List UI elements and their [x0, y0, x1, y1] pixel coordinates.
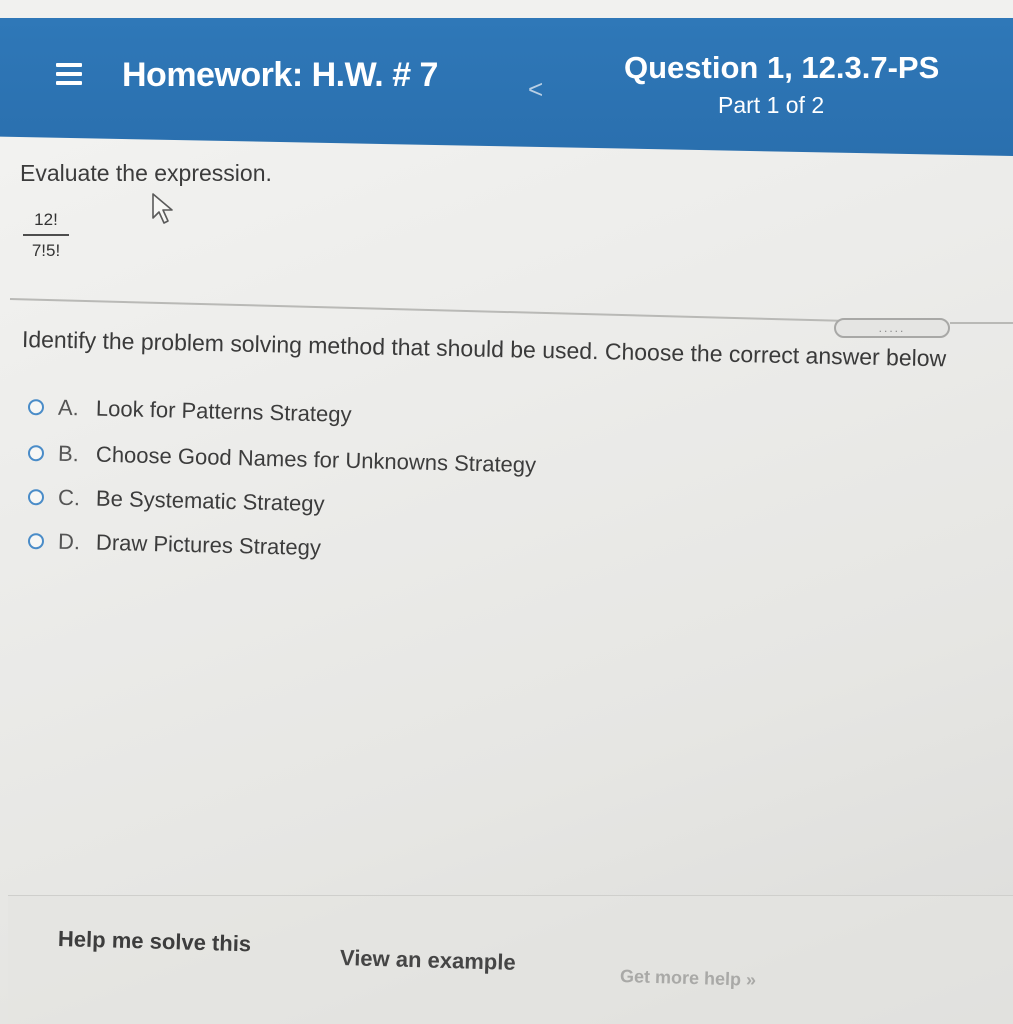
answer-option-d[interactable]: D. Draw Pictures Strategy [27, 528, 322, 561]
view-example-button[interactable]: View an example [340, 945, 516, 976]
radio-button-c[interactable] [27, 489, 45, 506]
problem-prompt: Evaluate the expression. [20, 160, 272, 186]
fraction-numerator: 12! [34, 210, 58, 229]
option-letter: C. [57, 484, 81, 511]
option-label: Be Systematic Strategy [95, 485, 325, 517]
section-divider-right [950, 322, 1013, 324]
option-label: Look for Patterns Strategy [95, 395, 352, 427]
more-indicator-button[interactable]: ..... [834, 318, 950, 338]
radio-button-d[interactable] [27, 533, 45, 550]
option-letter: B. [57, 440, 80, 467]
answer-option-b[interactable]: B. Choose Good Names for Unknowns Strate… [27, 440, 537, 478]
question-instruction: Identify the problem solving method that… [21, 326, 947, 372]
menu-icon[interactable] [56, 63, 82, 85]
homework-title: Homework: H.W. # 7 [122, 56, 438, 94]
help-me-solve-button[interactable]: Help me solve this [58, 926, 252, 957]
option-letter: A. [57, 394, 80, 421]
radio-button-b[interactable] [27, 445, 45, 462]
answer-option-a[interactable]: A. Look for Patterns Strategy [27, 394, 352, 428]
option-label: Choose Good Names for Unknowns Strategy [95, 441, 537, 478]
factorial-fraction: 12! 7!5! [22, 210, 70, 261]
top-strip [0, 0, 1013, 18]
mouse-cursor-icon [152, 193, 173, 224]
previous-question-chevron-icon[interactable]: < [528, 74, 543, 105]
fraction-denominator: 7!5! [31, 241, 61, 260]
section-divider [9, 298, 850, 322]
get-more-help-link[interactable]: Get more help » [620, 966, 757, 991]
option-label: Draw Pictures Strategy [95, 529, 322, 561]
radio-button-a[interactable] [27, 399, 45, 416]
answer-option-c[interactable]: C. Be Systematic Strategy [27, 484, 325, 517]
question-part: Part 1 of 2 [718, 92, 825, 118]
option-letter: D. [57, 528, 81, 555]
question-title: Question 1, 12.3.7-PS [624, 50, 940, 85]
